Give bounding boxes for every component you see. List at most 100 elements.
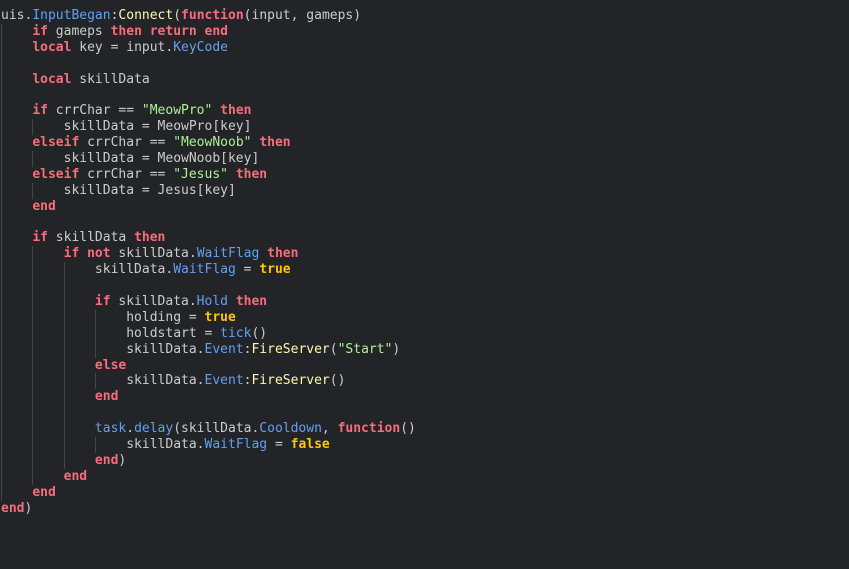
code-line: skillData = MeowNoob[key] xyxy=(1,151,416,167)
code-token-prop: Event xyxy=(204,341,244,357)
code-token-text: skillData xyxy=(71,71,150,87)
indent-guide xyxy=(32,389,34,406)
code-token-kw: end xyxy=(32,484,56,500)
indent-guide xyxy=(32,341,34,358)
code-line xyxy=(1,55,416,72)
code-line xyxy=(1,87,416,104)
code-token-prop: WaitFlag xyxy=(173,262,236,278)
code-area[interactable]: uis.InputBegan:Connect(function(input, g… xyxy=(1,8,416,517)
code-token-text: key = input. xyxy=(71,39,174,55)
code-token-text: (input, gameps) xyxy=(243,8,362,23)
indent-guide xyxy=(32,357,34,374)
indent-guide xyxy=(32,182,34,199)
code-line: skillData = Jesus[key] xyxy=(1,182,416,199)
code-token-prop: InputBegan xyxy=(32,8,111,23)
code-token-text: holding = xyxy=(126,309,205,325)
indent-guide xyxy=(1,294,2,310)
code-line: local skillData xyxy=(1,71,416,88)
indent-guide xyxy=(1,71,2,88)
code-token-prop: task xyxy=(94,421,127,437)
code-token-kw: then xyxy=(259,135,291,151)
indent-guide xyxy=(63,452,65,469)
code-token-kw: else xyxy=(94,357,127,373)
code-token-prop: Hold xyxy=(196,294,228,310)
indent-guide xyxy=(32,278,34,295)
code-line: skillData.Event:FireServer("Start") xyxy=(1,341,416,358)
code-token-text: crrChar == xyxy=(79,166,174,182)
indent-guide xyxy=(32,468,34,485)
code-token-bool: false xyxy=(290,437,330,453)
indent-guide xyxy=(1,421,2,438)
code-token-kw: then xyxy=(235,166,268,182)
indent-guide xyxy=(1,166,2,183)
code-token-text: = xyxy=(235,262,260,278)
code-token-prop: Cooldown xyxy=(259,421,322,437)
code-line: end) xyxy=(1,452,416,469)
indent-guide xyxy=(32,437,34,453)
code-line: if gameps then return end xyxy=(1,23,416,40)
code-token-text: . xyxy=(126,421,135,437)
indent-guide xyxy=(1,246,2,263)
code-editor[interactable]: uis.InputBegan:Connect(function(input, g… xyxy=(0,0,849,569)
indent-guide xyxy=(1,87,2,104)
code-token-text: () xyxy=(329,373,346,389)
code-token-kw: then xyxy=(110,23,142,39)
code-token-fn: Connect xyxy=(118,8,174,23)
code-line: end xyxy=(1,468,416,485)
indent-guide xyxy=(1,452,2,469)
indent-guide xyxy=(1,151,2,167)
indent-guide xyxy=(95,437,97,453)
indent-guide xyxy=(95,341,97,358)
indent-guide xyxy=(1,55,2,72)
code-token-prop: WaitFlag xyxy=(196,246,260,262)
indent-guide xyxy=(1,484,2,501)
code-token-kw: then xyxy=(235,294,268,310)
code-token-text: ( xyxy=(173,8,182,23)
code-token-text: , xyxy=(321,421,338,437)
code-token-text: uis. xyxy=(1,8,33,23)
code-token-text: (skillData. xyxy=(173,421,260,437)
code-line: if skillData.Hold then xyxy=(1,294,416,310)
indent-guide xyxy=(63,278,65,295)
code-token-text: ) xyxy=(24,500,33,516)
code-token-text: ( xyxy=(329,341,338,357)
code-line: local key = input.KeyCode xyxy=(1,39,416,56)
indent-guide xyxy=(1,405,2,422)
code-line: end xyxy=(1,389,416,406)
code-token-kw: elseif xyxy=(32,135,80,151)
indent-guide xyxy=(63,294,65,310)
code-line: task.delay(skillData.Cooldown, function(… xyxy=(1,421,416,438)
code-token-prop: tick xyxy=(220,325,252,341)
code-token-kw: end xyxy=(204,23,229,39)
indent-guide xyxy=(32,119,34,136)
code-token-kw: if xyxy=(94,294,111,310)
code-line: elseif crrChar == "MeowNoob" then xyxy=(1,135,416,152)
indent-guide xyxy=(63,341,65,358)
code-token-kw: elseif xyxy=(32,166,80,182)
code-line xyxy=(1,405,416,422)
indent-guide xyxy=(1,373,2,390)
code-line xyxy=(1,214,416,231)
code-token-kw: end xyxy=(63,468,88,484)
code-token-text: gameps xyxy=(47,23,111,39)
code-token-prop: KeyCode xyxy=(173,39,228,55)
code-token-str: "MeowPro" xyxy=(141,103,213,119)
code-token-str: "Start" xyxy=(337,341,393,357)
code-token-text: crrChar == xyxy=(79,135,174,151)
code-token-text: () xyxy=(251,325,268,341)
indent-guide xyxy=(32,421,34,438)
indent-guide xyxy=(1,262,2,279)
indent-guide xyxy=(1,325,2,342)
code-token-text: skillData. xyxy=(110,246,197,262)
code-token-kw: then xyxy=(267,246,299,262)
indent-guide xyxy=(1,182,2,199)
code-token-kw: end xyxy=(94,452,119,468)
code-token-kw: if xyxy=(32,230,48,246)
code-line: if not skillData.WaitFlag then xyxy=(1,246,416,263)
code-token-text: ) xyxy=(118,452,127,468)
code-token-text: skillData = MeowNoob[key] xyxy=(63,151,260,167)
